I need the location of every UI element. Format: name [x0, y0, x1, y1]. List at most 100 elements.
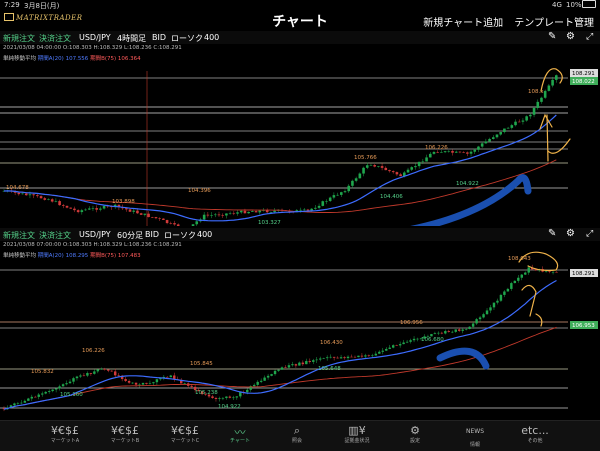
- candle: [513, 280, 517, 284]
- candle: [65, 383, 68, 385]
- candle: [381, 350, 384, 352]
- annotation-orange: [539, 113, 553, 130]
- ma-short-line: [3, 279, 557, 410]
- candle: [532, 107, 536, 115]
- candle: [99, 208, 102, 210]
- candle: [148, 383, 152, 384]
- candle: [39, 196, 43, 199]
- candle: [103, 368, 106, 370]
- candle: [444, 331, 447, 334]
- price-label: 105.238: [195, 390, 218, 396]
- candle: [47, 391, 51, 392]
- chart-canvas-4h[interactable]: 104.678103.898102.872104.396102.592103.3…: [0, 31, 600, 226]
- candle: [228, 213, 232, 215]
- candle: [91, 208, 95, 209]
- candle: [346, 356, 350, 359]
- candle: [373, 165, 376, 167]
- candle: [391, 345, 395, 348]
- candle: [510, 283, 513, 289]
- price-label: 103.327: [258, 220, 281, 226]
- candle: [305, 360, 308, 365]
- template-tab[interactable]: テンプレート管理: [514, 18, 594, 29]
- app-bar: MATRIXTRADER チャート 新規チャート追加 テンプレート管理: [0, 10, 600, 30]
- nav-etc[interactable]: etc... その他: [500, 424, 570, 444]
- candle: [339, 357, 343, 359]
- candle: [206, 214, 210, 216]
- candle: [84, 209, 87, 211]
- candle: [451, 331, 454, 333]
- candle: [325, 357, 329, 359]
- add-chart-tab[interactable]: 新規チャート追加: [423, 18, 503, 29]
- candle: [458, 329, 461, 331]
- candle: [365, 165, 369, 168]
- candle: [127, 380, 131, 383]
- chart-canvas-60m[interactable]: 106.226 105.832 105.160 105.845 105.238 104.9…: [0, 228, 600, 418]
- candle: [100, 368, 103, 370]
- candle: [332, 195, 336, 198]
- candle: [232, 213, 236, 215]
- price-label: 106.956: [400, 320, 423, 326]
- bottom-nav: ¥€$£ マーケットA ¥€$£ マーケットB ¥€$£ マーケットC 〰チャート ⌕…: [0, 420, 600, 451]
- candle: [239, 392, 242, 397]
- candle: [17, 192, 21, 195]
- candle: [80, 210, 84, 213]
- candle: [58, 386, 61, 389]
- candle: [183, 383, 186, 384]
- candle: [367, 355, 371, 356]
- candle: [425, 157, 428, 162]
- candle: [252, 384, 256, 387]
- chart-panel-60m: 新規注文 決済注文 USD/JPY 60分足 BID ローソク 400 ✎ ⚙ …: [0, 228, 600, 418]
- candle: [246, 389, 249, 393]
- candle: [218, 398, 221, 399]
- candle: [464, 329, 468, 330]
- candle: [32, 194, 35, 196]
- line-price-text: 106.953: [572, 323, 595, 329]
- candle: [399, 174, 402, 177]
- candle: [417, 161, 421, 167]
- candle: [325, 201, 328, 202]
- candle: [273, 370, 277, 375]
- candle: [406, 169, 410, 173]
- candle: [221, 397, 225, 399]
- candle: [247, 211, 250, 214]
- candle: [221, 215, 224, 216]
- candle: [437, 332, 440, 334]
- candle: [527, 267, 530, 273]
- candle: [110, 370, 113, 372]
- candle: [551, 271, 555, 273]
- price-label: 105.648: [318, 366, 341, 372]
- status-time: 7:29: [4, 1, 20, 9]
- candle: [128, 209, 132, 212]
- candle: [506, 127, 510, 129]
- candle: [520, 274, 523, 278]
- price-label: 106.680: [421, 337, 444, 343]
- candle: [65, 205, 69, 208]
- candle: [405, 341, 409, 343]
- current-price-text: 108.291: [572, 71, 595, 77]
- candle: [517, 121, 521, 123]
- candle: [469, 151, 473, 154]
- candle: [395, 172, 399, 175]
- candle: [343, 191, 347, 193]
- battery-icon: [582, 0, 596, 8]
- candle: [152, 382, 155, 384]
- candle: [270, 374, 273, 376]
- candle: [102, 205, 106, 209]
- candle: [259, 380, 263, 382]
- candle: [554, 75, 558, 80]
- price-label: 105.832: [31, 369, 54, 375]
- price-label: 106.226: [82, 348, 105, 354]
- candle: [134, 382, 138, 385]
- candle: [21, 193, 24, 195]
- candle: [524, 272, 527, 275]
- price-label: 105.766: [354, 155, 377, 161]
- candle: [489, 307, 492, 311]
- candle: [54, 388, 58, 390]
- candle: [548, 271, 551, 272]
- candle: [69, 207, 73, 209]
- candle: [521, 120, 525, 122]
- candle: [495, 134, 499, 138]
- candle: [125, 208, 128, 210]
- current-price-text: 108.291: [572, 271, 595, 277]
- candle: [432, 152, 436, 154]
